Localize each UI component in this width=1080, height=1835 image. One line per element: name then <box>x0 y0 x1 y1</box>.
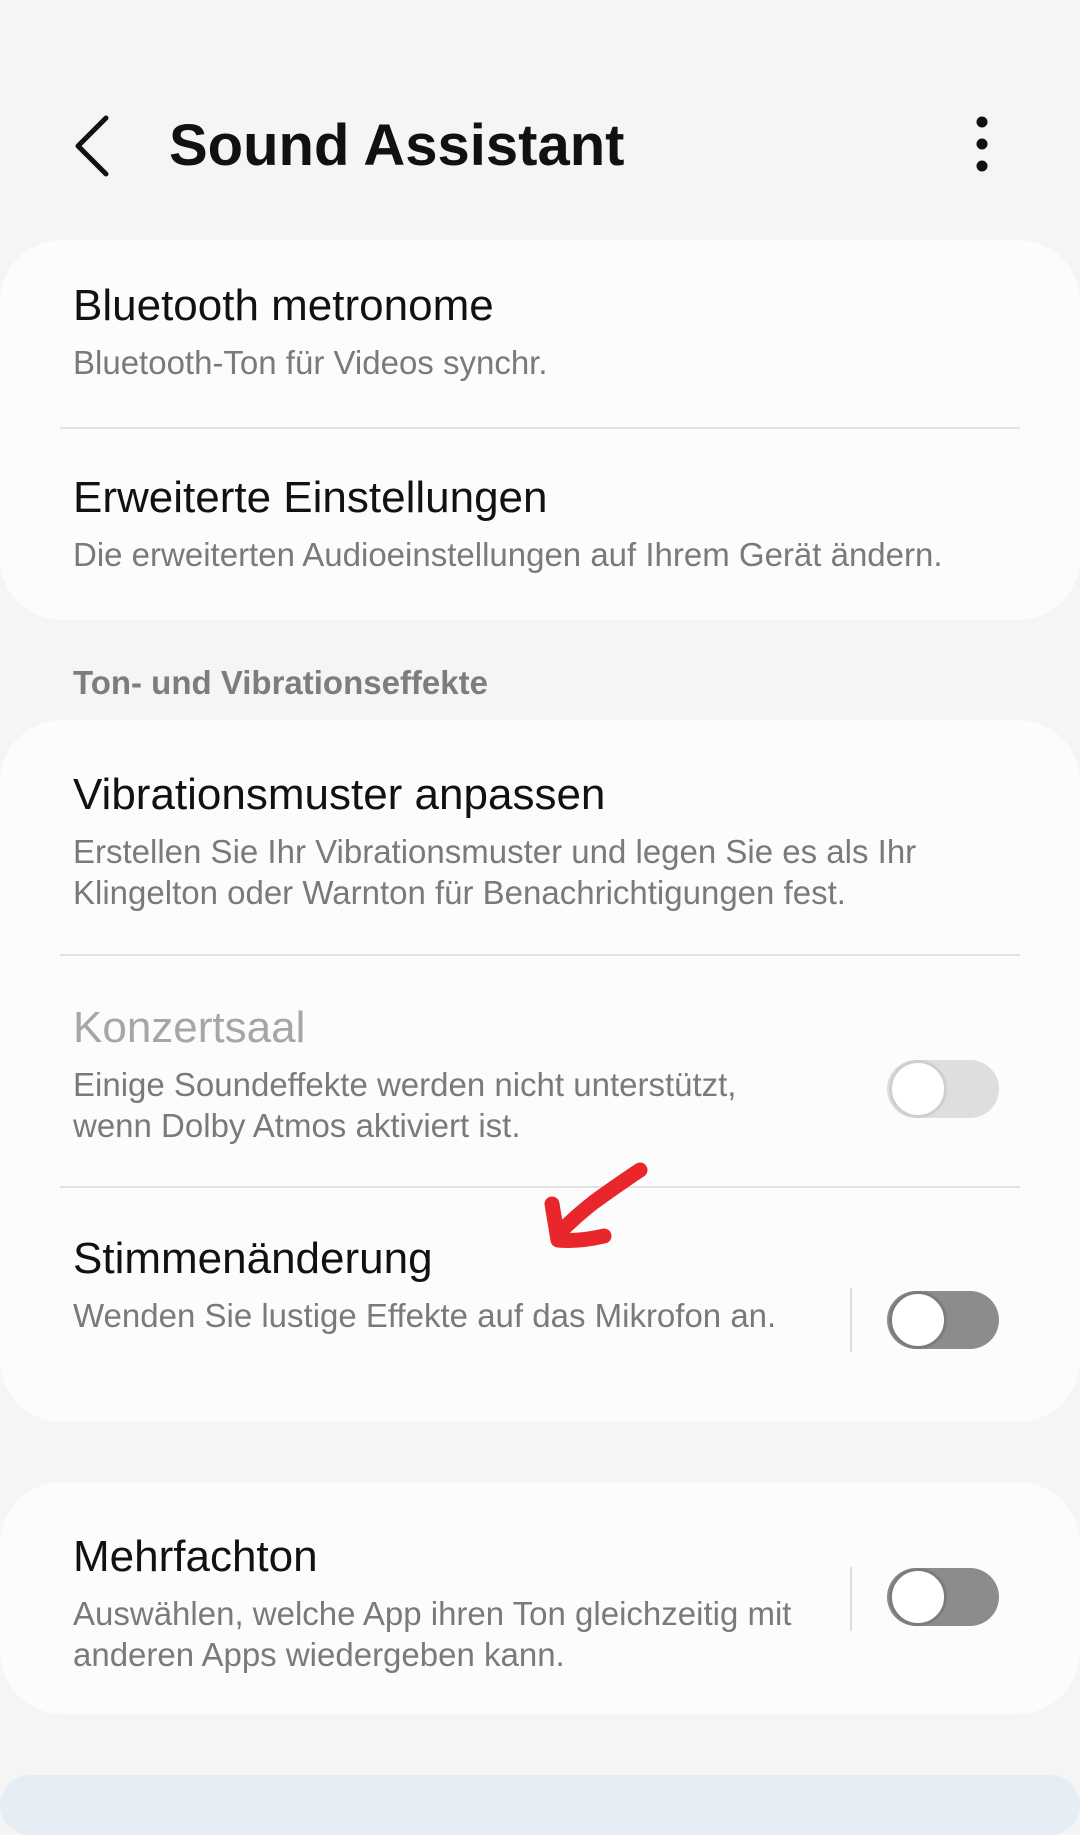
setting-title: Erweiterte Einstellungen <box>73 473 548 522</box>
settings-card-general: Bluetooth metronome Bluetooth-Ton für Vi… <box>0 240 1080 620</box>
toggle-knob <box>889 1291 947 1349</box>
setting-subtitle: Wenden Sie lustige Effekte auf das Mikro… <box>73 1297 777 1334</box>
setting-concert-hall[interactable]: Konzertsaal Einige Soundeffekte werden n… <box>0 956 1080 1188</box>
settings-card-multi-sound: Mehrfachton Auswählen, welche App ihren … <box>0 1482 1080 1714</box>
setting-title: Bluetooth metronome <box>73 281 494 330</box>
setting-multi-sound[interactable]: Mehrfachton Auswählen, welche App ihren … <box>0 1482 1080 1714</box>
setting-advanced-settings[interactable]: Erweiterte Einstellungen Die erweiterten… <box>0 430 1080 620</box>
page-title: Sound Assistant <box>169 113 625 178</box>
vertical-separator <box>850 1567 852 1631</box>
setting-vibration-pattern[interactable]: Vibrationsmuster anpassen Erstellen Sie … <box>0 720 1080 956</box>
setting-title: Mehrfachton <box>73 1532 318 1581</box>
setting-subtitle: Einige Soundeffekte werden nicht unterst… <box>73 1066 737 1144</box>
settings-card-partial <box>0 1775 1080 1835</box>
concert-hall-toggle[interactable] <box>887 1060 999 1118</box>
setting-bluetooth-metronome[interactable]: Bluetooth metronome Bluetooth-Ton für Vi… <box>0 240 1080 430</box>
app-header: Sound Assistant <box>0 0 1080 235</box>
multi-sound-toggle[interactable] <box>887 1568 999 1626</box>
red-arrow-annotation <box>544 1162 648 1248</box>
setting-title: Konzertsaal <box>73 1003 306 1052</box>
vertical-separator <box>850 1288 852 1352</box>
setting-title: Vibrationsmuster anpassen <box>73 770 606 819</box>
setting-subtitle: Bluetooth-Ton für Videos synchr. <box>73 344 548 381</box>
back-button[interactable] <box>62 106 132 186</box>
section-header: Ton- und Vibrationseffekte <box>73 664 488 701</box>
voice-changer-toggle[interactable] <box>887 1291 999 1349</box>
divider <box>60 427 1020 429</box>
setting-subtitle: Auswählen, welche App ihren Ton gleichze… <box>73 1595 792 1673</box>
setting-subtitle: Erstellen Sie Ihr Vibrationsmuster und l… <box>73 833 917 911</box>
more-options-button[interactable] <box>960 110 1004 178</box>
setting-subtitle: Die erweiterten Audioeinstellungen auf I… <box>73 536 943 573</box>
toggle-knob <box>889 1568 947 1626</box>
setting-title: Stimmenänderung <box>73 1234 433 1283</box>
settings-card-effects: Vibrationsmuster anpassen Erstellen Sie … <box>0 720 1080 1422</box>
more-vertical-icon <box>976 116 988 172</box>
toggle-knob <box>889 1060 947 1118</box>
chevron-left-icon <box>75 115 109 177</box>
